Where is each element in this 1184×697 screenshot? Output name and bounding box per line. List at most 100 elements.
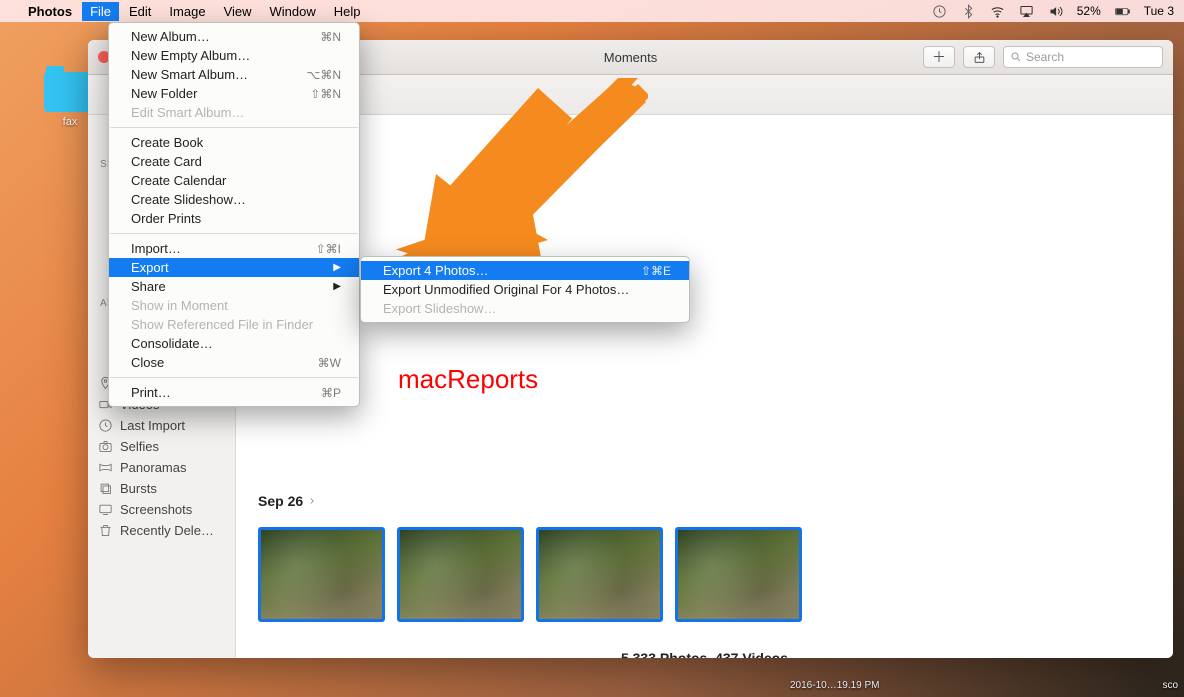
app-name[interactable]: Photos xyxy=(28,4,72,19)
file-menu-item: Show Referenced File in Finder xyxy=(109,315,359,334)
export-submenu-item[interactable]: Export 4 Photos…⇧⌘E xyxy=(361,261,689,280)
share-icon xyxy=(973,51,986,64)
sidebar-item-label: Recently Dele… xyxy=(120,523,214,538)
library-counts: 5,333 Photos, 437 Videos xyxy=(258,650,1151,658)
menu-window[interactable]: Window xyxy=(270,4,316,19)
burst-icon xyxy=(98,481,113,496)
window-title: Moments xyxy=(604,50,657,65)
camera-icon xyxy=(98,439,113,454)
volume-icon[interactable] xyxy=(1048,4,1063,19)
clock[interactable]: Tue 3 xyxy=(1144,4,1174,18)
file-menu-item[interactable]: New Folder ⇧⌘N xyxy=(109,84,359,103)
search-input[interactable]: Search xyxy=(1003,46,1163,68)
file-menu-item[interactable]: New Empty Album… xyxy=(109,46,359,65)
menu-image[interactable]: Image xyxy=(169,4,205,19)
photo-thumbnail[interactable] xyxy=(536,527,663,622)
menu-item-label: New Album… xyxy=(131,29,210,44)
file-menu-item: Show in Moment xyxy=(109,296,359,315)
export-submenu-item: Export Slideshow… xyxy=(361,299,689,318)
clock-icon xyxy=(98,418,113,433)
moment-date: Sep 26 xyxy=(258,493,303,509)
desktop-folder-label: fax xyxy=(63,116,78,128)
menu-item-label: Create Calendar xyxy=(131,173,226,188)
file-menu-item[interactable]: Print… ⌘P xyxy=(109,383,359,402)
add-button[interactable]: ＋ xyxy=(923,46,955,68)
file-menu-item[interactable]: Order Prints xyxy=(109,209,359,228)
thumbnail-row xyxy=(258,527,1151,622)
file-menu-item[interactable]: Create Card xyxy=(109,152,359,171)
search-placeholder: Search xyxy=(1026,50,1064,64)
menu-item-shortcut: ⌥⌘N xyxy=(307,68,342,82)
moment-date-header[interactable]: Sep 26 xyxy=(258,493,1151,509)
menu-item-shortcut: ⌘P xyxy=(321,386,341,400)
menu-item-label: Create Card xyxy=(131,154,202,169)
desktop-file-caption: sco xyxy=(1162,680,1178,691)
menu-item-shortcut: ⇧⌘N xyxy=(310,87,341,101)
sidebar-item-label: Last Import xyxy=(120,418,185,433)
photo-thumbnail[interactable] xyxy=(258,527,385,622)
desktop-file-caption: 2016-10…19.19 PM xyxy=(790,680,880,691)
bluetooth-icon[interactable] xyxy=(961,4,976,19)
content-area: Sep 26 5,333 Photos, 437 Videos Updated … xyxy=(236,115,1173,658)
menu-file[interactable]: File xyxy=(82,2,119,21)
file-menu-item[interactable]: Create Slideshow… xyxy=(109,190,359,209)
menu-item-label: Create Slideshow… xyxy=(131,192,246,207)
file-menu: New Album…⌘N New Empty Album… New Smart Al… xyxy=(108,22,360,407)
system-menubar: Photos File Edit Image View Window Help … xyxy=(0,0,1184,22)
file-menu-item[interactable]: Share ▶ xyxy=(109,277,359,296)
menu-item-shortcut: ⌘W xyxy=(318,356,341,370)
export-submenu-item[interactable]: Export Unmodified Original For 4 Photos… xyxy=(361,280,689,299)
airplay-icon[interactable] xyxy=(1019,4,1034,19)
sidebar-item-label: Screenshots xyxy=(120,502,192,517)
battery-percent[interactable]: 52% xyxy=(1077,4,1101,18)
sidebar-item-bursts[interactable]: Bursts xyxy=(88,478,235,499)
menu-help[interactable]: Help xyxy=(334,4,361,19)
menu-item-label: Export Unmodified Original For 4 Photos… xyxy=(383,282,629,297)
menu-item-shortcut: ⇧⌘I xyxy=(316,242,341,256)
photo-thumbnail[interactable] xyxy=(397,527,524,622)
file-menu-item[interactable]: Create Book xyxy=(109,133,359,152)
sidebar-item-recently-deleted[interactable]: Recently Dele… xyxy=(88,520,235,541)
file-menu-item[interactable]: New Album…⌘N xyxy=(109,27,359,46)
battery-icon[interactable] xyxy=(1115,4,1130,19)
file-menu-item[interactable]: Close⌘W xyxy=(109,353,359,372)
menu-item-label: Print… xyxy=(131,385,171,400)
panorama-icon xyxy=(98,460,113,475)
menubar-status-area: 52% Tue 3 xyxy=(932,4,1174,19)
submenu-arrow-icon: ▶ xyxy=(333,281,341,292)
file-menu-item[interactable]: Export ▶ xyxy=(109,258,359,277)
menu-item-label: Consolidate… xyxy=(131,336,213,351)
menu-item-label: Share xyxy=(131,279,166,294)
menu-view[interactable]: View xyxy=(224,4,252,19)
file-menu-item[interactable]: New Smart Album…⌥⌘N xyxy=(109,65,359,84)
search-icon xyxy=(1010,51,1022,63)
file-menu-item[interactable]: Consolidate… xyxy=(109,334,359,353)
submenu-arrow-icon: ▶ xyxy=(333,262,341,273)
menu-item-label: New Empty Album… xyxy=(131,48,250,63)
menu-edit[interactable]: Edit xyxy=(129,4,151,19)
wifi-icon[interactable] xyxy=(990,4,1005,19)
file-menu-item: Edit Smart Album… xyxy=(109,103,359,122)
photo-thumbnail[interactable] xyxy=(675,527,802,622)
time-machine-icon[interactable] xyxy=(932,4,947,19)
chevron-right-icon xyxy=(307,496,317,506)
menu-item-label: Export xyxy=(131,260,169,275)
file-menu-item[interactable]: Create Calendar xyxy=(109,171,359,190)
menu-item-label: New Folder xyxy=(131,86,197,101)
annotation-watermark: macReports xyxy=(398,364,538,395)
sidebar-item-label: Panoramas xyxy=(120,460,186,475)
menu-item-label: Show in Moment xyxy=(131,298,228,313)
sidebar-item-panoramas[interactable]: Panoramas xyxy=(88,457,235,478)
sidebar-item-last-import[interactable]: Last Import xyxy=(88,415,235,436)
trash-icon xyxy=(98,523,113,538)
sidebar-item-screenshots[interactable]: Screenshots xyxy=(88,499,235,520)
share-button[interactable] xyxy=(963,46,995,68)
menu-item-label: Edit Smart Album… xyxy=(131,105,244,120)
menu-item-label: Import… xyxy=(131,241,181,256)
library-summary: 5,333 Photos, 437 Videos Updated Just No… xyxy=(258,650,1151,658)
sidebar-item-selfies[interactable]: Selfies xyxy=(88,436,235,457)
menu-item-label: Create Book xyxy=(131,135,203,150)
export-submenu: Export 4 Photos…⇧⌘E Export Unmodified Ori… xyxy=(360,256,690,323)
menu-item-label: Show Referenced File in Finder xyxy=(131,317,313,332)
file-menu-item[interactable]: Import… ⇧⌘I xyxy=(109,239,359,258)
